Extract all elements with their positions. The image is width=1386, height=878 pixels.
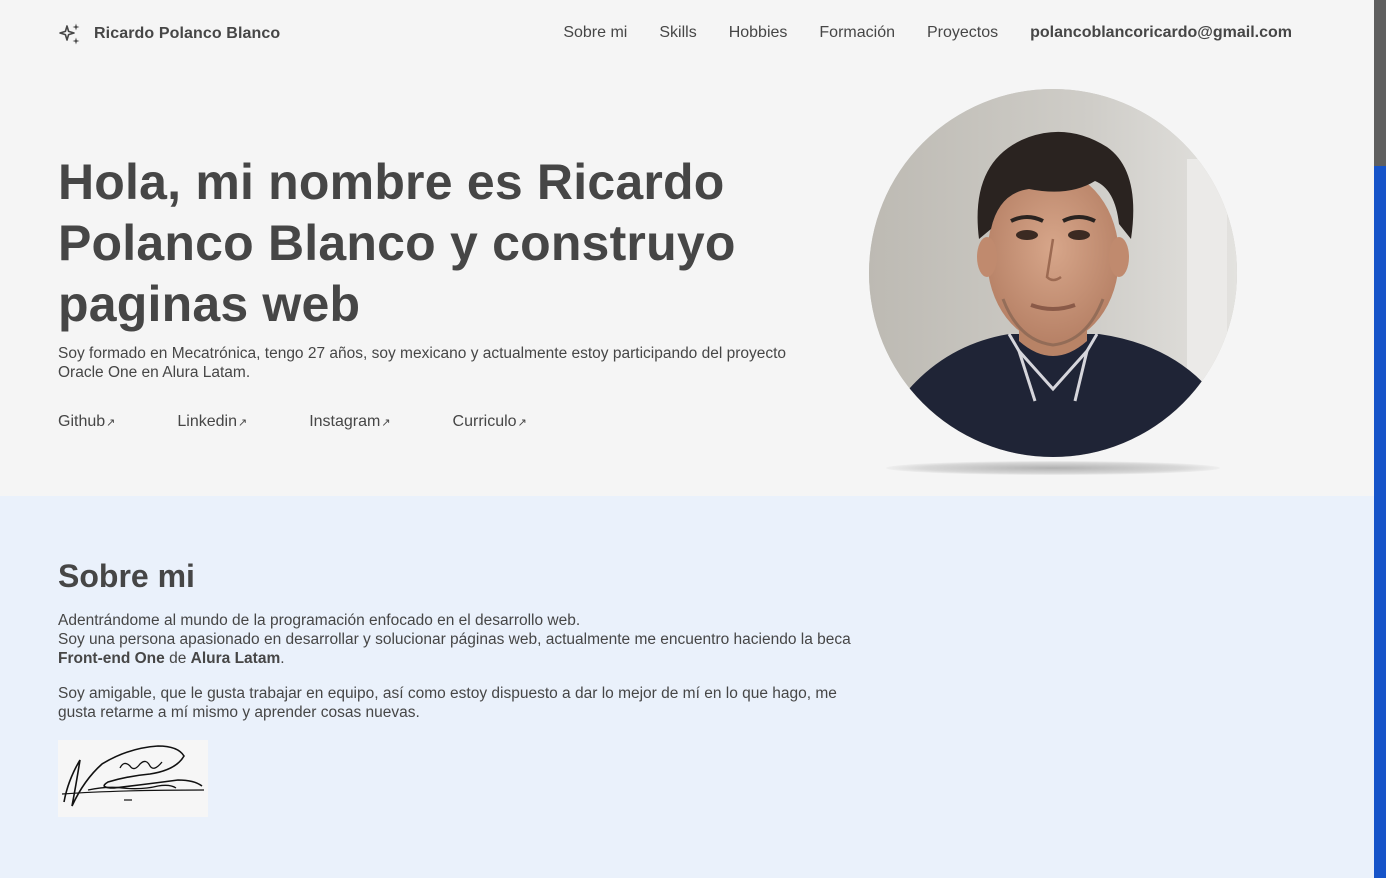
instagram-link[interactable]: Instagram ↗ — [309, 413, 390, 431]
linkedin-link-label: Linkedin — [177, 413, 237, 430]
main-nav: Sobre mi Skills Hobbies Formación Proyec… — [531, 24, 1292, 42]
instagram-link-label: Instagram — [309, 413, 381, 430]
about-paragraph-2: Soy amigable, que le gusta trabajar en e… — [58, 685, 837, 721]
photo-shadow — [886, 461, 1220, 475]
arrow-up-right-icon: ↗ — [517, 416, 527, 429]
page: Ricardo Polanco Blanco Sobre mi Skills H… — [0, 0, 1386, 878]
arrow-up-right-icon: ↗ — [106, 416, 116, 429]
github-link-label: Github — [58, 413, 106, 430]
github-link[interactable]: Github ↗ — [58, 413, 115, 431]
logo-link[interactable]: Ricardo Polanco Blanco — [58, 22, 280, 46]
scrollbar-thumb[interactable] — [1374, 0, 1386, 166]
about-paragraph-1: Adentrándome al mundo de la programación… — [58, 611, 878, 668]
site-name: Ricardo Polanco Blanco — [94, 25, 281, 42]
hero-description: Soy formado en Mecatrónica, tengo 27 año… — [58, 345, 787, 381]
avatar — [869, 89, 1237, 457]
nav-link-formacion[interactable]: Formación — [819, 24, 895, 42]
nav-link-sobre-mi[interactable]: Sobre mi — [563, 24, 627, 42]
curriculo-link[interactable]: Curriculo ↗ — [453, 413, 527, 431]
sparkles-icon — [58, 22, 82, 46]
hero-section: Hola, mi nombre es Ricardo Polanco Blanc… — [0, 70, 1374, 496]
header: Ricardo Polanco Blanco Sobre mi Skills H… — [0, 0, 1374, 70]
about-section: Sobre mi Adentrándome al mundo de la pro… — [0, 496, 1374, 878]
email-link[interactable]: polancoblancoricardo@gmail.com — [1030, 24, 1292, 42]
about-highlight-alura-latam: Alura Latam — [190, 650, 281, 667]
about-title: Sobre mi — [58, 558, 195, 594]
profile-photo — [869, 89, 1237, 457]
linkedin-link[interactable]: Linkedin ↗ — [177, 413, 247, 431]
nav-link-proyectos[interactable]: Proyectos — [927, 24, 998, 42]
curriculo-link-label: Curriculo — [452, 413, 517, 430]
arrow-up-right-icon: ↗ — [381, 416, 391, 429]
nav-link-skills[interactable]: Skills — [659, 24, 696, 42]
about-connector: de — [164, 650, 191, 667]
about-line-2: Soy una persona apasionado en desarrolla… — [58, 631, 851, 648]
social-links: Github ↗ Linkedin ↗ Instagram ↗ Curriculo ↗ — [58, 413, 589, 431]
nav-link-hobbies[interactable]: Hobbies — [729, 24, 788, 42]
hero-title: Hola, mi nombre es Ricardo Polanco Blanc… — [58, 154, 736, 332]
about-highlight-front-end-one: Front-end One — [58, 650, 165, 667]
about-period: . — [280, 650, 285, 667]
signature-image — [58, 740, 208, 817]
arrow-up-right-icon: ↗ — [237, 416, 248, 429]
about-line-1: Adentrándome al mundo de la programación… — [58, 612, 581, 629]
